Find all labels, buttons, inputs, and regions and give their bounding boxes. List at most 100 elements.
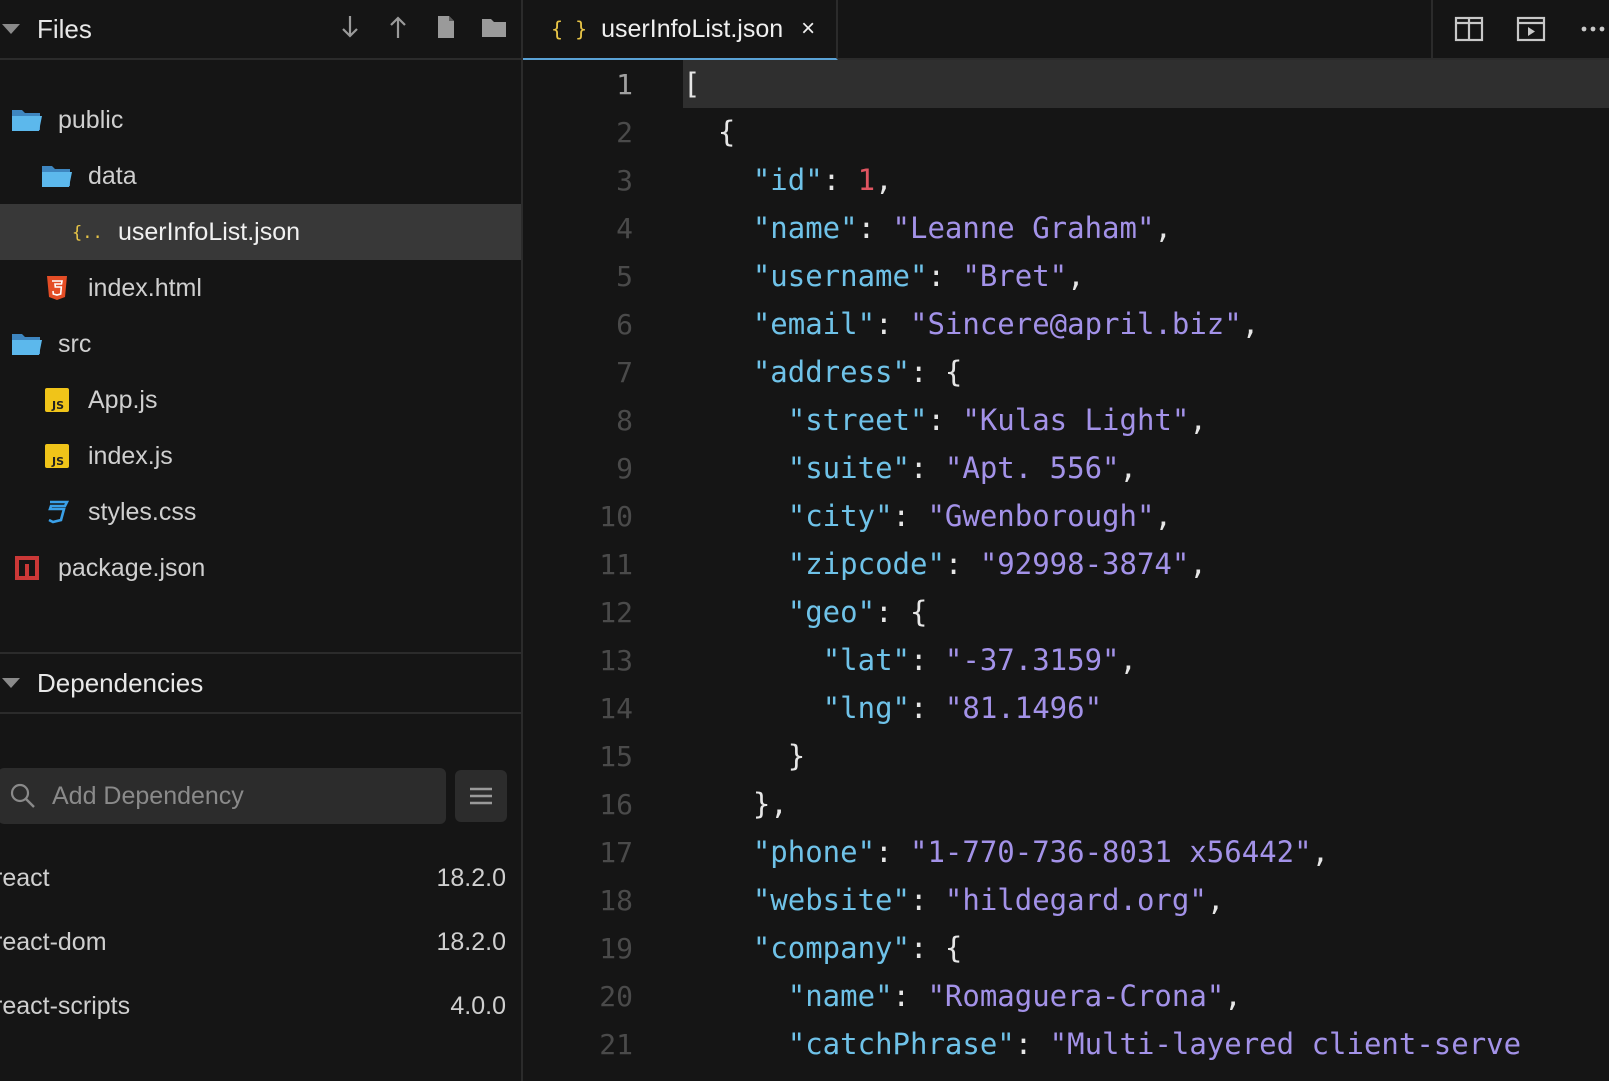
- split-view-icon[interactable]: [1453, 13, 1485, 45]
- code-line: 9 "suite": "Apt. 556",: [523, 444, 1609, 492]
- tab-userinfolist-json[interactable]: { } userInfoList.json ×: [523, 0, 838, 60]
- dependency-name: react-scripts: [0, 991, 131, 1020]
- code-line: 18 "website": "hildegard.org",: [523, 876, 1609, 924]
- close-icon[interactable]: ×: [801, 15, 815, 43]
- collapse-caret-icon[interactable]: [2, 678, 20, 688]
- line-number: 19: [599, 931, 633, 965]
- dependencies-section-header[interactable]: Dependencies: [0, 652, 523, 714]
- tree-item-styles-css[interactable]: styles.css: [0, 484, 521, 540]
- code-line: 8 "street": "Kulas Light",: [523, 396, 1609, 444]
- code-line: 6 "email": "Sincere@april.biz",: [523, 300, 1609, 348]
- dependency-version: 18.2.0: [436, 927, 506, 956]
- line-text: "name": "Romaguera-Crona",: [787, 979, 1242, 1013]
- line-text: "username": "Bret",: [752, 259, 1085, 293]
- code-line: 5 "username": "Bret",: [523, 252, 1609, 300]
- tree-item-label: public: [58, 105, 124, 134]
- tree-item-label: userInfoList.json: [118, 217, 301, 246]
- tree-item-package-json[interactable]: package.json: [0, 540, 521, 596]
- line-number: 15: [599, 739, 633, 773]
- tree-item-data[interactable]: data: [0, 148, 521, 204]
- tab-label: userInfoList.json: [601, 14, 784, 43]
- search-icon: [10, 783, 36, 809]
- line-number: 18: [599, 883, 633, 917]
- line-number: 1: [616, 67, 633, 101]
- tree-item-label: styles.css: [88, 497, 197, 526]
- json-file-icon: {..}: [70, 217, 104, 247]
- dependency-menu-button[interactable]: [455, 770, 507, 822]
- download-icon[interactable]: [337, 10, 363, 44]
- tree-item-index-js[interactable]: JS index.js: [0, 428, 521, 484]
- dependency-version: 4.0.0: [450, 991, 506, 1020]
- editor: { } userInfoList.json × 1[2 {3 "id": 1, 4…: [523, 0, 1609, 1081]
- code-line: 7 "address": {: [523, 348, 1609, 396]
- folder-icon: [10, 105, 44, 135]
- line-text: },: [683, 787, 788, 821]
- line-number: 2: [616, 115, 633, 149]
- code-area[interactable]: 1[2 {3 "id": 1, 4 "name": "Leanne Graham"…: [523, 60, 1609, 1068]
- code-line: 19 "company": {: [523, 924, 1609, 972]
- tab-bar: { } userInfoList.json ×: [523, 0, 1609, 60]
- dependency-name: react: [0, 863, 50, 892]
- json-file-icon: { }: [551, 17, 588, 41]
- code-line: 14 "lng": "81.1496": [523, 684, 1609, 732]
- code-line: 20 "name": "Romaguera-Crona",: [523, 972, 1609, 1020]
- line-number: 17: [599, 835, 633, 869]
- code-line: 13 "lat": "-37.3159",: [523, 636, 1609, 684]
- tree-item-app-js[interactable]: JS App.js: [0, 372, 521, 428]
- svg-text:JS: JS: [51, 455, 64, 468]
- css-file-icon: [40, 497, 74, 527]
- line-text: "lng": "81.1496": [822, 691, 1103, 725]
- upload-icon[interactable]: [385, 10, 411, 44]
- folder-icon: [40, 161, 74, 191]
- collapse-caret-icon[interactable]: [2, 24, 20, 34]
- tree-item-label: package.json: [58, 553, 206, 582]
- new-file-icon[interactable]: [433, 10, 459, 44]
- line-number: 13: [599, 643, 633, 677]
- files-section-header[interactable]: Files: [0, 0, 523, 60]
- files-section-title: Files: [37, 13, 92, 44]
- dependency-row[interactable]: react 18.2.0: [0, 858, 506, 898]
- line-text: {: [683, 115, 736, 149]
- tree-item-src[interactable]: src: [0, 316, 521, 372]
- preview-icon[interactable]: [1515, 13, 1547, 45]
- dependency-row[interactable]: react-dom 18.2.0: [0, 922, 506, 962]
- tree-item-label: index.js: [88, 441, 173, 470]
- line-number: 14: [599, 691, 633, 725]
- menu-icon: [470, 787, 492, 805]
- line-number: 11: [599, 547, 633, 581]
- line-number: 8: [616, 403, 633, 437]
- dependency-name: react-dom: [0, 927, 107, 956]
- line-text: "address": {: [752, 355, 963, 389]
- dependency-version: 18.2.0: [436, 863, 506, 892]
- line-text: "name": "Leanne Graham",: [752, 211, 1172, 245]
- more-icon[interactable]: [1577, 13, 1609, 45]
- line-number: 5: [616, 259, 633, 293]
- code-line: 12 "geo": {: [523, 588, 1609, 636]
- line-number: 20: [599, 979, 633, 1013]
- code-line: 11 "zipcode": "92998-3874",: [523, 540, 1609, 588]
- tree-item-label: index.html: [88, 273, 202, 302]
- line-text: }: [683, 739, 806, 773]
- line-text: "lat": "-37.3159",: [822, 643, 1137, 677]
- svg-text:JS: JS: [51, 399, 64, 412]
- dependency-row[interactable]: react-scripts 4.0.0: [0, 986, 506, 1026]
- line-number: 6: [616, 307, 633, 341]
- tree-item-public[interactable]: public: [0, 92, 521, 148]
- code-line: 1[: [523, 60, 1609, 108]
- add-dependency-input[interactable]: [50, 780, 414, 812]
- js-file-icon: JS: [40, 441, 74, 471]
- line-text: "phone": "1-770-736-8031 x56442",: [752, 835, 1330, 869]
- line-text: "email": "Sincere@april.biz",: [752, 307, 1260, 341]
- line-text: "geo": {: [787, 595, 928, 629]
- js-file-icon: JS: [40, 385, 74, 415]
- code-line: 16 },: [523, 780, 1609, 828]
- line-text: "id": 1,: [752, 163, 893, 197]
- dependency-search: [0, 768, 446, 824]
- new-folder-icon[interactable]: [481, 10, 507, 44]
- tree-item-index-html[interactable]: index.html: [0, 260, 521, 316]
- tree-item-userinfolist-json[interactable]: {..} userInfoList.json: [0, 204, 521, 260]
- line-text: "zipcode": "92998-3874",: [787, 547, 1207, 581]
- line-number: 9: [616, 451, 633, 485]
- line-text: "company": {: [752, 931, 963, 965]
- sidebar: Files public data {..} userInfoList.json ind…: [0, 0, 523, 1081]
